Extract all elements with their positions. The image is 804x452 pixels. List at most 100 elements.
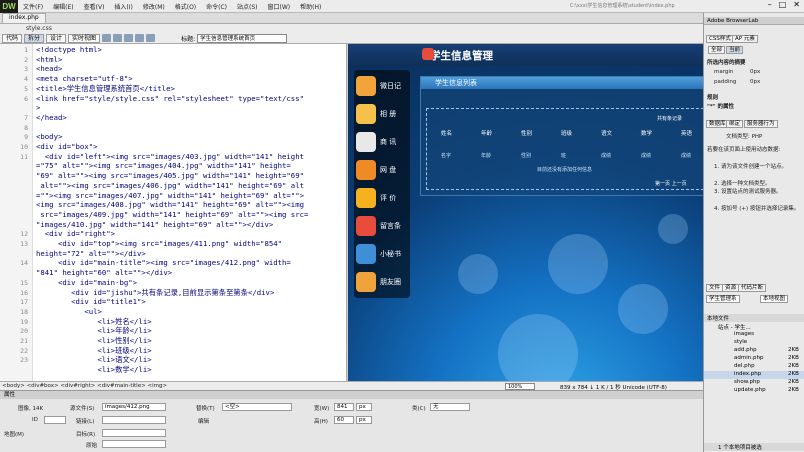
menu-view[interactable]: 查看(V) xyxy=(79,2,110,11)
class-select[interactable]: 无 xyxy=(430,403,470,411)
height-unit[interactable]: px xyxy=(356,416,372,424)
file-row[interactable]: images xyxy=(704,331,804,339)
file-row[interactable]: index.php 2KB xyxy=(704,371,804,379)
tab-css-styles[interactable]: CSS样式 xyxy=(706,35,734,43)
code-line[interactable]: <meta charset="utf-8"> xyxy=(36,74,133,83)
tab-current[interactable]: 当前 xyxy=(726,46,744,54)
code-line[interactable]: <div id="right"> xyxy=(36,229,115,238)
maximize-icon[interactable]: □ xyxy=(779,0,787,9)
file-row[interactable]: add.php 2KB xyxy=(704,347,804,355)
code-line[interactable]: <div id="left"><img src="images/403.jpg"… xyxy=(36,152,304,161)
code-line[interactable]: <li>语文</li> xyxy=(36,355,152,364)
code-line[interactable]: <!doctype html> xyxy=(36,45,102,54)
file-row[interactable]: admin.php 2KB xyxy=(704,355,804,363)
tab-all[interactable]: 全部 xyxy=(708,46,726,54)
code-line[interactable]: ="75" alt=""><img src="images/404.jpg" w… xyxy=(36,161,291,170)
link-input[interactable] xyxy=(102,416,166,424)
code-line[interactable]: =""><img src="images/407.jpg" width="141… xyxy=(36,191,304,200)
code-line[interactable]: </head> xyxy=(36,113,67,122)
browser-preview-icon[interactable] xyxy=(124,34,134,42)
multiscreen-icon[interactable] xyxy=(113,34,123,42)
menu-edit[interactable]: 编辑(E) xyxy=(48,2,78,11)
tab-index-php[interactable]: index.php xyxy=(2,13,46,23)
file-row[interactable]: update.php 2KB xyxy=(704,387,804,395)
tab-bindings[interactable]: 绑定 xyxy=(726,120,744,128)
tab-files[interactable]: 文件 xyxy=(706,284,724,292)
tab-snippets[interactable]: 代码片断 xyxy=(738,284,767,292)
refresh-icon[interactable] xyxy=(146,34,156,42)
file-row[interactable]: show.php 2KB xyxy=(704,379,804,387)
sidebar-item-secretary[interactable]: 小秘书 xyxy=(356,241,410,267)
design-view[interactable]: 学生信息管理 微日记 相 册 商 讯 网 盘 评 价 留言条 小秘书 朋友圈 学… xyxy=(348,44,703,381)
code-line[interactable]: <li>性别</li> xyxy=(36,336,152,345)
code-line[interactable]: <div id="top"><img src="images/411.png" … xyxy=(36,239,282,248)
code-line[interactable]: <html> xyxy=(36,55,62,64)
pager[interactable]: 第一页 上一页 xyxy=(655,180,687,187)
code-line[interactable]: <link href="style/style.css" rel="styles… xyxy=(36,94,304,103)
inspect-icon[interactable] xyxy=(102,34,112,42)
original-input[interactable] xyxy=(102,440,166,448)
menu-insert[interactable]: 插入(I) xyxy=(109,2,137,11)
page-title-input[interactable]: 学生信息管理系统首页 xyxy=(197,33,288,43)
zoom-select[interactable]: 100% xyxy=(505,383,535,390)
sidebar-item-diary[interactable]: 微日记 xyxy=(356,73,410,99)
code-line[interactable]: height="72" alt=""></div> xyxy=(36,249,146,258)
tag-selector[interactable]: <body> <div#box> <div#right> <div#main-t… xyxy=(2,383,167,389)
width-input[interactable]: 841 xyxy=(334,403,354,411)
tab-ap-elements[interactable]: AP 元素 xyxy=(732,35,758,43)
menu-modify[interactable]: 修改(M) xyxy=(138,2,170,11)
code-line[interactable]: <div id="box"> xyxy=(36,142,98,151)
code-view-button[interactable]: 代码 xyxy=(2,33,23,43)
code-line[interactable]: <div id="main-title"><img src="images/41… xyxy=(36,258,291,267)
code-line[interactable]: <head> xyxy=(36,64,62,73)
view-select[interactable]: 本地视图 xyxy=(760,295,789,303)
menu-format[interactable]: 格式(O) xyxy=(170,2,201,11)
sidebar-item-news[interactable]: 商 讯 xyxy=(356,129,410,155)
code-line[interactable]: <img src="images/408.jpg" width="141" he… xyxy=(36,200,304,209)
tab-assets[interactable]: 资源 xyxy=(722,284,740,292)
related-style-css[interactable]: style.css xyxy=(26,25,52,32)
sidebar-item-friends[interactable]: 朋友圈 xyxy=(356,269,410,295)
code-line[interactable]: src="images/409.jpg" width="141" height=… xyxy=(36,210,308,219)
code-line[interactable]: <body> xyxy=(36,132,62,141)
file-row[interactable]: style xyxy=(704,339,804,347)
width-unit[interactable]: px xyxy=(356,403,372,411)
code-line[interactable]: <div id="title1"> xyxy=(36,297,146,306)
menu-file[interactable]: 文件(F) xyxy=(18,2,48,11)
file-row[interactable]: del.php 2KB xyxy=(704,363,804,371)
id-input[interactable] xyxy=(44,416,66,424)
code-line[interactable]: <li>班级</li> xyxy=(36,346,152,355)
height-input[interactable]: 60 xyxy=(334,416,354,424)
code-line[interactable]: <li>年龄</li> xyxy=(36,326,152,335)
minimize-icon[interactable]: – xyxy=(768,0,772,9)
code-line[interactable]: > xyxy=(36,103,40,112)
file-management-icon[interactable] xyxy=(135,34,145,42)
code-line[interactable]: "69" alt=""><img src="images/405.jpg" wi… xyxy=(36,171,304,180)
site-select[interactable]: 学生管理系 xyxy=(706,295,740,303)
code-line[interactable]: <div id="main-bg"> xyxy=(36,278,137,287)
split-view-button[interactable]: 拆分 xyxy=(24,33,45,43)
code-line[interactable]: <title>学生信息管理系统首页</title> xyxy=(36,84,175,93)
code-line[interactable]: "images/410.jpg" width="141" height="69"… xyxy=(36,220,273,229)
code-line[interactable]: "841" height="60" alt=""></div> xyxy=(36,268,172,277)
menu-site[interactable]: 站点(S) xyxy=(232,2,263,11)
target-select[interactable] xyxy=(102,429,166,437)
menu-command[interactable]: 命令(C) xyxy=(201,2,232,11)
menu-help[interactable]: 帮助(H) xyxy=(295,2,326,11)
code-line[interactable]: <li>姓名</li> xyxy=(36,317,152,326)
code-view[interactable]: 1 2 3 4 5 6 7 8 9 10 11 12 13 14 15 16 17 18 19 20 21 22 23 <!… xyxy=(0,44,347,381)
sidebar-item-review[interactable]: 评 价 xyxy=(356,185,410,211)
design-view-button[interactable]: 设计 xyxy=(46,33,67,43)
sidebar-item-netdisk[interactable]: 网 盘 xyxy=(356,157,410,183)
close-icon[interactable]: ✕ xyxy=(793,0,800,9)
sidebar-item-album[interactable]: 相 册 xyxy=(356,101,410,127)
alt-select[interactable]: <空> xyxy=(222,403,292,411)
tab-server-behaviors[interactable]: 服务器行为 xyxy=(744,120,778,128)
code-line[interactable]: <ul> xyxy=(36,307,102,316)
code-line[interactable]: <li>数学</li> xyxy=(36,365,152,374)
file-row[interactable]: 站点 - 学生... xyxy=(704,323,804,331)
code-line[interactable]: <div id="jishu">共有条记录,目前显示第条至第条</div> xyxy=(36,288,274,297)
sidebar-item-message[interactable]: 留言条 xyxy=(356,213,410,239)
src-input[interactable]: images/412.png xyxy=(102,403,166,411)
code-line[interactable]: alt=""><img src="images/406.jpg" width="… xyxy=(36,181,304,190)
